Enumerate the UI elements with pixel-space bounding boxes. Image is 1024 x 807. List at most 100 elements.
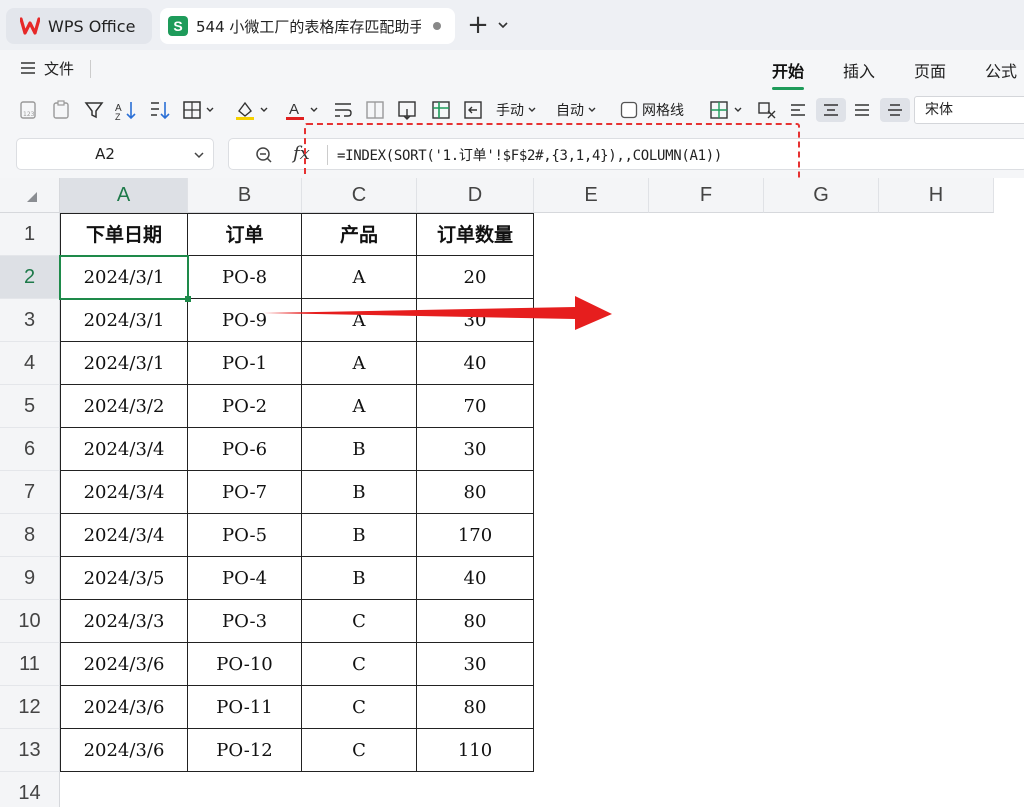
align-center-button[interactable] xyxy=(816,98,846,122)
hamburger-menu-icon[interactable] xyxy=(20,60,36,76)
name-box-chevron-down-icon[interactable] xyxy=(193,149,205,161)
table-cell[interactable]: 30 xyxy=(417,428,534,471)
table-cell[interactable]: 2024/3/3 xyxy=(60,600,188,643)
formula-input-area[interactable]: fx =INDEX(SORT('1.订单'!$F$2#,{3,1,4}),,CO… xyxy=(228,138,1024,170)
ribbon-tab-insert[interactable]: 插入 xyxy=(843,58,875,82)
wrap-text-button[interactable] xyxy=(332,98,354,122)
table-cell[interactable]: PO-3 xyxy=(188,600,302,643)
table-cell[interactable]: C xyxy=(302,600,417,643)
file-menu[interactable]: 文件 xyxy=(44,58,74,79)
row-header-6[interactable]: 6 xyxy=(0,428,60,471)
row-header-11[interactable]: 11 xyxy=(0,643,60,686)
row-header-3[interactable]: 3 xyxy=(0,299,60,342)
column-header-f[interactable]: F xyxy=(649,178,764,213)
header-cell[interactable]: 下单日期 xyxy=(60,213,188,256)
table-cell[interactable]: PO-5 xyxy=(188,514,302,557)
header-cell[interactable]: 订单 xyxy=(188,213,302,256)
table-cell[interactable]: 2024/3/6 xyxy=(60,686,188,729)
align-left-button[interactable] xyxy=(788,98,808,122)
table-cell[interactable]: B xyxy=(302,471,417,514)
column-header-h[interactable]: H xyxy=(879,178,994,213)
table-cell[interactable]: PO-6 xyxy=(188,428,302,471)
function-fx-icon[interactable]: fx xyxy=(293,143,310,164)
auto-dropdown[interactable]: 自动 xyxy=(556,98,597,122)
table-cell[interactable]: PO-11 xyxy=(188,686,302,729)
header-cell[interactable]: 产品 xyxy=(302,213,417,256)
table-cell[interactable]: 2024/3/1 xyxy=(60,256,188,299)
row-header-7[interactable]: 7 xyxy=(0,471,60,514)
row-header-1[interactable]: 1 xyxy=(0,213,60,256)
row-header-14[interactable]: 14 xyxy=(0,772,60,807)
table-cell[interactable]: PO-4 xyxy=(188,557,302,600)
select-all-corner[interactable] xyxy=(0,178,60,213)
fill-color-button[interactable] xyxy=(234,98,269,122)
table-cell[interactable]: A xyxy=(302,342,417,385)
table-cell[interactable]: PO-7 xyxy=(188,471,302,514)
ribbon-tab-page[interactable]: 页面 xyxy=(914,58,946,82)
tab-wps-office[interactable]: WPS Office xyxy=(6,8,152,44)
tab-document[interactable]: S 544 小微工厂的表格库存匹配助手 xyxy=(160,8,455,44)
table-cell[interactable]: 170 xyxy=(417,514,534,557)
freeze-panes-button[interactable] xyxy=(430,98,452,122)
table-cell[interactable]: PO-1 xyxy=(188,342,302,385)
fill-handle-button[interactable] xyxy=(396,98,418,122)
table-cell[interactable]: 30 xyxy=(417,643,534,686)
row-header-9[interactable]: 9 xyxy=(0,557,60,600)
font-name-select[interactable]: 宋体 xyxy=(914,96,1024,124)
row-header-12[interactable]: 12 xyxy=(0,686,60,729)
column-header-a[interactable]: A xyxy=(60,178,188,213)
tab-list-chevron-down-icon[interactable] xyxy=(494,14,512,36)
table-cell[interactable]: A xyxy=(302,385,417,428)
ribbon-tab-formula[interactable]: 公式 xyxy=(985,58,1017,82)
table-cell[interactable]: A xyxy=(302,256,417,299)
table-cell[interactable]: PO-10 xyxy=(188,643,302,686)
zoom-search-icon[interactable] xyxy=(255,146,273,164)
column-header-g[interactable]: G xyxy=(764,178,879,213)
formula-text[interactable]: =INDEX(SORT('1.订单'!$F$2#,{3,1,4}),,COLUM… xyxy=(337,145,722,165)
filter-button[interactable] xyxy=(84,98,104,122)
align-justify-button[interactable] xyxy=(852,98,872,122)
row-header-8[interactable]: 8 xyxy=(0,514,60,557)
ribbon-tab-home[interactable]: 开始 xyxy=(772,58,805,90)
table-cell[interactable]: B xyxy=(302,428,417,471)
table-cell[interactable]: PO-2 xyxy=(188,385,302,428)
table-cell[interactable]: 2024/3/5 xyxy=(60,557,188,600)
table-cell[interactable]: 80 xyxy=(417,600,534,643)
row-header-4[interactable]: 4 xyxy=(0,342,60,385)
table-cell[interactable]: 80 xyxy=(417,471,534,514)
table-cell[interactable]: 2024/3/1 xyxy=(60,342,188,385)
font-color-button[interactable]: A xyxy=(284,98,319,122)
table-cell[interactable]: B xyxy=(302,557,417,600)
column-header-e[interactable]: E xyxy=(534,178,649,213)
table-cell[interactable]: 2024/3/4 xyxy=(60,471,188,514)
insert-cells-button[interactable] xyxy=(462,98,484,122)
table-cell[interactable]: 20 xyxy=(417,256,534,299)
table-cell[interactable]: 2024/3/2 xyxy=(60,385,188,428)
table-cell[interactable]: B xyxy=(302,514,417,557)
row-header-2[interactable]: 2 xyxy=(0,256,60,299)
cell-style-button[interactable] xyxy=(708,98,743,122)
name-box[interactable]: A2 xyxy=(16,138,214,170)
table-cell[interactable]: C xyxy=(302,686,417,729)
table-cell[interactable]: PO-12 xyxy=(188,729,302,772)
paste-values-button[interactable] xyxy=(50,98,72,122)
table-cell[interactable]: 2024/3/1 xyxy=(60,299,188,342)
custom-sort-button[interactable] xyxy=(148,98,172,122)
number-format-button[interactable]: 123 xyxy=(18,98,40,122)
table-cell[interactable]: 2024/3/6 xyxy=(60,729,188,772)
header-cell[interactable]: 订单数量 xyxy=(417,213,534,256)
column-header-c[interactable]: C xyxy=(302,178,417,213)
row-header-10[interactable]: 10 xyxy=(0,600,60,643)
table-cell[interactable]: 40 xyxy=(417,557,534,600)
sort-ascending-button[interactable]: AZ xyxy=(114,98,138,122)
table-cell[interactable]: 40 xyxy=(417,342,534,385)
table-cell[interactable]: A xyxy=(302,299,417,342)
gridlines-checkbox[interactable]: 网格线 xyxy=(620,98,684,122)
table-cell[interactable]: 70 xyxy=(417,385,534,428)
table-cell[interactable]: 2024/3/4 xyxy=(60,428,188,471)
table-cell[interactable]: PO-9 xyxy=(188,299,302,342)
row-header-5[interactable]: 5 xyxy=(0,385,60,428)
table-cell[interactable]: C xyxy=(302,729,417,772)
clear-format-button[interactable] xyxy=(756,98,778,122)
table-cell[interactable]: 30 xyxy=(417,299,534,342)
